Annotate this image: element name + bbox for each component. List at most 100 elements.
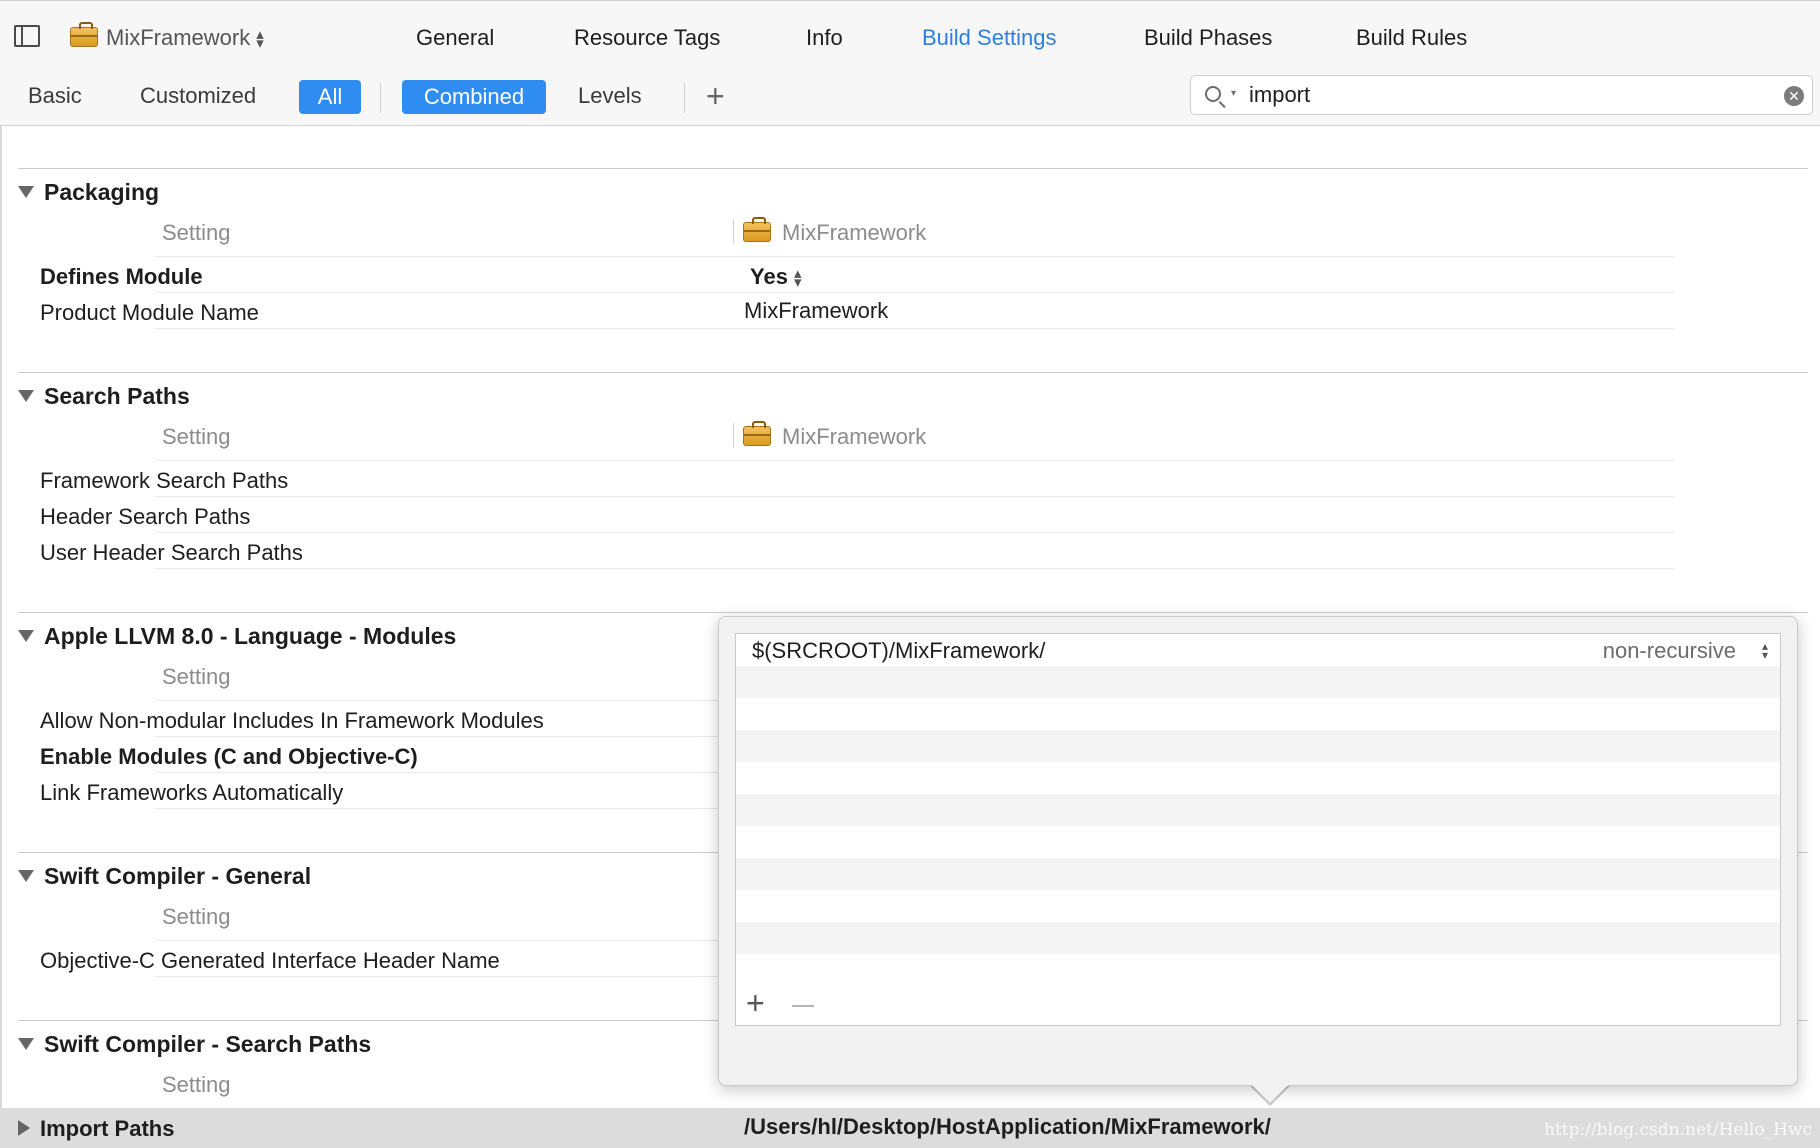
column-header-setting: Setting: [162, 424, 231, 449]
column-divider: [733, 423, 734, 447]
stepper-icon: ▴ ▾: [793, 265, 802, 292]
tab-resource-tags[interactable]: Resource Tags: [574, 25, 720, 51]
column-divider: [733, 219, 734, 243]
empty-path-row: [736, 890, 1780, 922]
column-header-setting: Setting: [162, 664, 231, 689]
setting-objc-generated-interface-header[interactable]: Objective-C Generated Interface Header N…: [40, 948, 500, 974]
add-path-button[interactable]: +: [746, 985, 765, 1021]
content-left-border: [0, 126, 2, 1148]
row-divider: [155, 460, 1675, 461]
empty-path-row: [736, 666, 1780, 698]
setting-defines-module[interactable]: Defines Module: [40, 264, 203, 290]
row-divider: [155, 496, 1675, 497]
popover-arrow-fill: [1250, 1083, 1290, 1103]
remove-path-button[interactable]: [792, 1005, 814, 1007]
section-swift-general[interactable]: Swift Compiler - General: [18, 863, 311, 890]
path-value[interactable]: $(SRCROOT)/MixFramework/: [752, 638, 1045, 664]
disclosure-triangle-icon[interactable]: [18, 1038, 34, 1050]
path-list-toolbar: +: [736, 985, 1780, 1025]
clear-icon[interactable]: ✕: [1784, 86, 1804, 106]
add-setting-button[interactable]: +: [706, 80, 725, 112]
section-title: Search Paths: [44, 383, 190, 409]
section-title: Swift Compiler - Search Paths: [44, 1031, 372, 1057]
setting-product-module-name[interactable]: Product Module Name: [40, 300, 259, 326]
row-divider: [155, 256, 1675, 257]
filter-divider: [380, 83, 381, 113]
product-module-name-value[interactable]: MixFramework: [744, 298, 888, 324]
section-title: Apple LLVM 8.0 - Language - Modules: [44, 623, 457, 649]
defines-module-popup[interactable]: Yes ▴ ▾: [750, 264, 801, 290]
section-divider: [18, 612, 1808, 613]
tab-build-rules[interactable]: Build Rules: [1356, 25, 1467, 51]
target-name-label: MixFramework: [106, 25, 251, 50]
setting-header-search-paths[interactable]: Header Search Paths: [40, 504, 250, 530]
stepper-icon: ▴ ▾: [256, 26, 264, 53]
filter-basic[interactable]: Basic: [28, 83, 82, 109]
disclosure-triangle-icon[interactable]: [18, 186, 34, 198]
setting-allow-non-modular-includes[interactable]: Allow Non-modular Includes In Framework …: [40, 708, 544, 734]
section-title: Packaging: [44, 179, 160, 205]
path-row[interactable]: $(SRCROOT)/MixFramework/ non-recursive ▴…: [736, 634, 1780, 666]
column-header-setting: Setting: [162, 904, 231, 929]
watermark-text: http://blog.csdn.net/Hello_Hwc: [1544, 1120, 1812, 1140]
section-divider: [18, 372, 1808, 373]
editor-tab-bar: MixFramework ▴ ▾ General Resource Tags Inf…: [0, 0, 1820, 68]
setting-row-import-paths[interactable]: Import Paths /Users/hl/Desktop/HostAppli…: [0, 1108, 1820, 1148]
section-swift-search-paths[interactable]: Swift Compiler - Search Paths: [18, 1031, 371, 1058]
setting-framework-search-paths[interactable]: Framework Search Paths: [40, 468, 288, 494]
empty-path-row: [736, 794, 1780, 826]
column-header-setting: Setting: [162, 1072, 231, 1097]
view-divider: [684, 83, 685, 113]
disclosure-triangle-icon[interactable]: [18, 1120, 30, 1136]
section-llvm-modules[interactable]: Apple LLVM 8.0 - Language - Modules: [18, 623, 456, 650]
column-header-target: MixFramework: [782, 220, 927, 245]
empty-path-row: [736, 954, 1780, 986]
row-divider: [155, 292, 1675, 293]
section-packaging[interactable]: Packaging: [18, 179, 159, 206]
disclosure-triangle-icon[interactable]: [18, 870, 34, 882]
disclosure-triangle-icon[interactable]: [18, 630, 34, 642]
search-icon[interactable]: [1205, 86, 1221, 102]
view-combined[interactable]: Combined: [402, 80, 546, 114]
path-recursion-mode[interactable]: non-recursive: [1603, 638, 1736, 664]
briefcase-icon: [70, 22, 98, 47]
build-settings-filter-bar: Basic Customized All Combined Levels + ▾…: [0, 67, 1820, 126]
section-divider: [18, 168, 1808, 169]
empty-path-row: [736, 922, 1780, 954]
import-paths-popover: $(SRCROOT)/MixFramework/ non-recursive ▴…: [718, 616, 1798, 1086]
section-title: Swift Compiler - General: [44, 863, 312, 889]
search-input[interactable]: import: [1249, 82, 1310, 108]
empty-path-row: [736, 826, 1780, 858]
column-header-setting: Setting: [162, 220, 231, 245]
stepper-icon[interactable]: ▴ ▾: [1762, 640, 1768, 661]
disclosure-triangle-icon[interactable]: [18, 390, 34, 402]
path-list[interactable]: $(SRCROOT)/MixFramework/ non-recursive ▴…: [735, 633, 1781, 1026]
tab-general[interactable]: General: [416, 25, 494, 51]
tab-info[interactable]: Info: [806, 25, 843, 51]
target-selector[interactable]: MixFramework ▴ ▾: [106, 25, 264, 51]
setting-link-frameworks-automatically[interactable]: Link Frameworks Automatically: [40, 780, 343, 806]
tab-build-phases[interactable]: Build Phases: [1144, 25, 1272, 51]
column-header-target: MixFramework: [782, 424, 927, 449]
row-divider: [155, 328, 1675, 329]
defines-module-value: Yes: [750, 264, 788, 289]
tab-build-settings[interactable]: Build Settings: [922, 25, 1057, 51]
search-field[interactable]: ▾ import ✕: [1190, 75, 1813, 115]
briefcase-icon: [743, 217, 771, 242]
import-paths-label[interactable]: Import Paths: [18, 1116, 174, 1142]
filter-all[interactable]: All: [299, 80, 361, 114]
import-paths-value[interactable]: /Users/hl/Desktop/HostApplication/MixFra…: [744, 1114, 1271, 1140]
section-search-paths[interactable]: Search Paths: [18, 383, 190, 410]
view-levels[interactable]: Levels: [578, 83, 642, 109]
setting-label: Import Paths: [40, 1116, 175, 1141]
row-divider: [155, 532, 1675, 533]
setting-user-header-search-paths[interactable]: User Header Search Paths: [40, 540, 303, 566]
empty-path-row: [736, 730, 1780, 762]
sidebar-toggle-icon[interactable]: [14, 25, 40, 47]
empty-path-row: [736, 762, 1780, 794]
setting-enable-modules[interactable]: Enable Modules (C and Objective-C): [40, 744, 418, 770]
filter-customized[interactable]: Customized: [140, 83, 256, 109]
briefcase-icon: [743, 421, 771, 446]
search-menu-caret-icon: ▾: [1231, 88, 1237, 99]
row-divider: [155, 568, 1675, 569]
